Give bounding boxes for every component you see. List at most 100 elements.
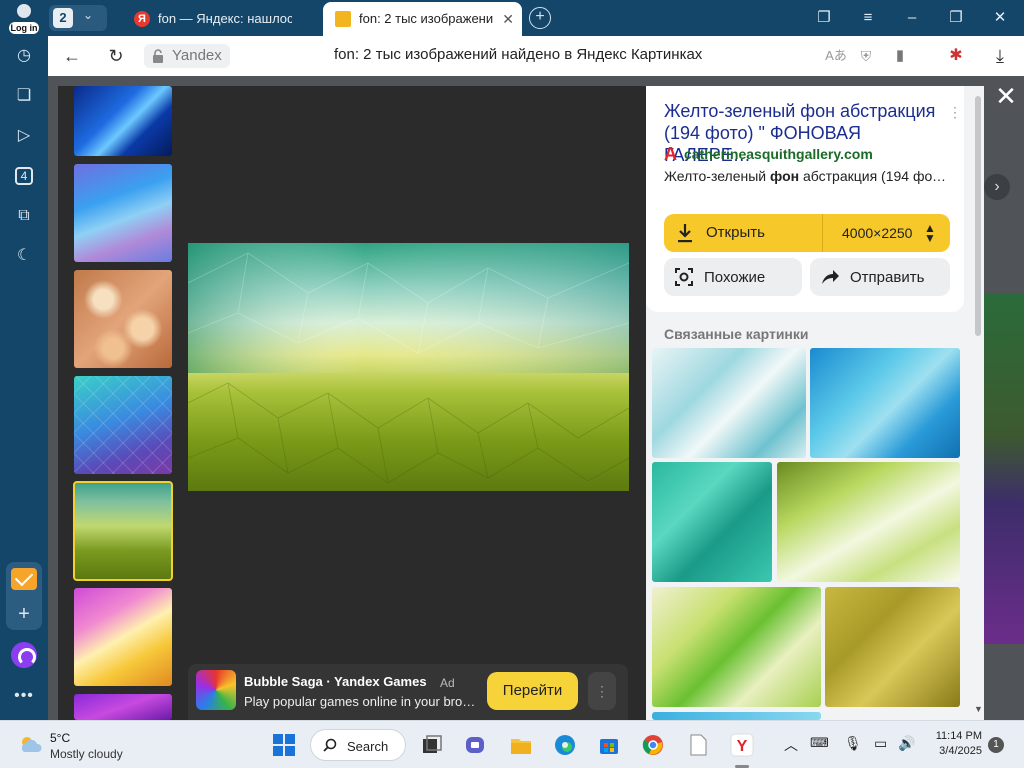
taskbar-search[interactable]: Search	[310, 729, 406, 761]
scroll-down-arrow-icon[interactable]: ▼	[974, 704, 983, 714]
system-clock[interactable]: 11:14 PM 3/4/2025	[932, 729, 982, 759]
ad-go-button[interactable]: Перейти	[487, 672, 578, 710]
mail-icon[interactable]	[11, 568, 37, 590]
windows-taskbar: 5°C Mostly cloudy Search Y ︿ ⌨ 🎙 ▭ 🔊 11:…	[0, 720, 1024, 768]
speaker-icon[interactable]: 🔊	[898, 735, 915, 752]
related-images-heading: Связанные картинки	[664, 326, 809, 342]
chrome-icon[interactable]	[641, 733, 665, 757]
tab-yandex-images[interactable]: fon: 2 тыс изображени ✕	[323, 2, 522, 36]
more-icon[interactable]: •••	[12, 684, 36, 708]
svg-text:Y: Y	[737, 738, 748, 755]
tab-counter-button[interactable]: 2 ⌄	[49, 5, 107, 31]
lock-icon	[153, 49, 163, 63]
tab-title: fon: 2 тыс изображени	[359, 11, 494, 26]
new-tab-button[interactable]: +	[529, 7, 551, 29]
close-window-button[interactable]: ✕	[988, 6, 1012, 30]
tab-title: fon — Яндекс: нашлось 7	[158, 11, 292, 26]
reload-icon[interactable]: ↻	[104, 44, 128, 68]
related-image[interactable]	[777, 462, 960, 582]
thumbnail[interactable]	[74, 694, 172, 720]
panel-scrollbar[interactable]: ▼	[972, 86, 984, 720]
bookmark-icon[interactable]: ▮	[888, 44, 912, 68]
microsoft-store-icon[interactable]	[597, 733, 621, 757]
main-image[interactable]	[188, 243, 629, 491]
clock-date: 3/4/2025	[939, 745, 982, 757]
close-viewer-button[interactable]: ✕	[992, 82, 1020, 110]
search-icon	[323, 738, 337, 752]
network-icon[interactable]: ▭	[874, 735, 887, 752]
thumbnail-selected[interactable]	[73, 481, 173, 581]
related-image[interactable]	[652, 587, 821, 707]
similar-button[interactable]: Похожие	[664, 258, 802, 296]
translate-icon[interactable]: Aあ	[824, 44, 848, 68]
share-arrow-icon	[822, 270, 839, 284]
four-icon[interactable]: 4	[15, 167, 33, 185]
browser-titlebar: Log in 2 ⌄ Я fon — Яндекс: нашлось 7 fon…	[0, 0, 1024, 36]
tab-yandex-search[interactable]: Я fon — Яндекс: нашлось 7	[122, 2, 318, 36]
yandex-favicon-icon: Я	[134, 11, 150, 27]
download-icon[interactable]: ⤓	[988, 44, 1012, 68]
tab-close-icon[interactable]: ✕	[502, 2, 514, 36]
yandex-browser-icon[interactable]: Y	[730, 733, 754, 757]
related-image[interactable]	[652, 348, 806, 458]
related-image[interactable]	[652, 462, 772, 582]
ad-more-button[interactable]: ⋮	[588, 672, 616, 710]
notepad-document-icon[interactable]	[686, 733, 710, 757]
edge-browser-icon[interactable]	[553, 733, 577, 757]
size-selector[interactable]: 4000×2250	[842, 225, 912, 241]
ad-title[interactable]: Bubble Saga · Yandex Games	[244, 674, 427, 689]
button-divider	[822, 214, 823, 252]
next-arrow-icon[interactable]: ›	[984, 174, 1010, 200]
keyboard-icon[interactable]: ⌨	[810, 735, 829, 751]
microphone-icon[interactable]: 🎙	[844, 735, 862, 752]
menu-icon[interactable]: ≡	[856, 6, 880, 30]
moon-icon[interactable]: ☾	[12, 244, 36, 268]
scrollbar-thumb[interactable]	[975, 96, 981, 336]
share-button[interactable]: Отправить	[810, 258, 950, 296]
alice-icon[interactable]	[11, 642, 37, 668]
similar-label: Похожие	[704, 269, 766, 286]
clock-time: 11:14 PM	[935, 730, 982, 742]
cloud-sun-icon	[21, 737, 42, 752]
collections-icon[interactable]: ❏	[12, 84, 36, 108]
page-title-text[interactable]: fon: 2 тыс изображений найдено в Яндекс …	[334, 46, 702, 63]
file-explorer-icon[interactable]	[509, 733, 533, 757]
temperature: 5°C	[50, 731, 71, 745]
ad-tag: Ad	[440, 676, 455, 690]
thumbnail[interactable]	[74, 376, 172, 474]
minimize-button[interactable]: –	[900, 6, 924, 30]
profile-button[interactable]: Log in	[6, 2, 42, 34]
video-icon[interactable]: ▷	[12, 124, 36, 148]
thumbnail[interactable]	[74, 588, 172, 686]
task-view-icon[interactable]	[420, 733, 444, 757]
restore-button[interactable]: ❐	[944, 6, 968, 30]
download-icon	[678, 224, 692, 243]
bug-extension-icon[interactable]: ✱	[944, 44, 968, 68]
avatar-icon	[17, 4, 31, 18]
windows-start-icon[interactable]	[272, 733, 296, 757]
login-label: Log in	[9, 22, 39, 34]
bookmarks-panel-icon[interactable]: ❐	[812, 6, 836, 30]
back-arrow-icon[interactable]: ←	[60, 44, 84, 68]
related-image[interactable]	[810, 348, 960, 458]
history-icon[interactable]: ◷	[12, 44, 36, 68]
tray-overflow-icon[interactable]: ︿	[784, 735, 798, 755]
image-info-card: Желто-зеленый фон абстракция (194 фото) …	[646, 86, 964, 312]
protect-icon[interactable]: ⛨	[854, 44, 878, 68]
thumbnail[interactable]	[74, 86, 172, 156]
plus-icon[interactable]: +	[12, 602, 36, 626]
notification-badge[interactable]: 1	[988, 737, 1004, 753]
related-image[interactable]	[652, 712, 821, 720]
open-image-button[interactable]: Открыть 4000×2250 ▲ ▼	[664, 214, 950, 252]
site-chip-label: Yandex	[172, 47, 222, 64]
size-arrows-icon[interactable]: ▲ ▼	[924, 222, 936, 244]
source-link[interactable]: A catherineasquithgallery.com	[664, 144, 873, 164]
ad-banner[interactable]: Bubble Saga · Yandex Games Ad Play popul…	[188, 664, 628, 720]
site-chip[interactable]: Yandex	[144, 44, 230, 68]
related-image[interactable]	[825, 587, 960, 707]
more-options-icon[interactable]: ⋮	[948, 104, 962, 121]
thumbnail[interactable]	[74, 270, 172, 368]
teams-chat-icon[interactable]	[464, 733, 488, 757]
screenshot-icon[interactable]: ⧉	[12, 204, 36, 228]
thumbnail[interactable]	[74, 164, 172, 262]
